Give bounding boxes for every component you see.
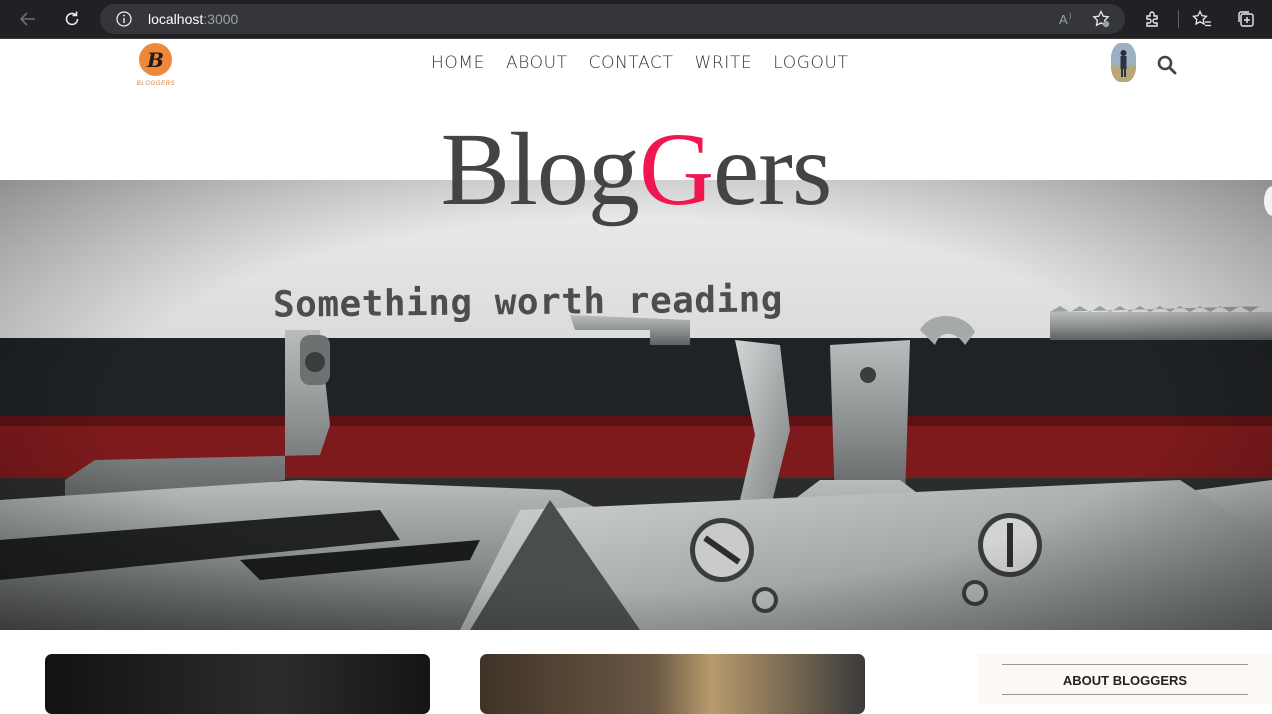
hero-title: BlogGers bbox=[0, 118, 1272, 222]
collections-icon[interactable] bbox=[1235, 8, 1257, 30]
nav-home[interactable]: HOME bbox=[431, 53, 485, 73]
hero-title-part-2: ers bbox=[713, 112, 832, 227]
favorites-icon[interactable] bbox=[1191, 8, 1213, 30]
svg-text:A: A bbox=[1059, 12, 1068, 27]
back-arrow-icon[interactable] bbox=[17, 8, 39, 30]
search-icon[interactable] bbox=[1157, 55, 1177, 75]
site-logo[interactable]: B BLOGGERS bbox=[134, 43, 178, 89]
refresh-icon[interactable] bbox=[61, 8, 83, 30]
url-port: :3000 bbox=[203, 11, 239, 27]
sidebar: ABOUT BLOGGERS bbox=[978, 654, 1272, 704]
favorite-star-icon[interactable] bbox=[1092, 9, 1110, 28]
nav-about[interactable]: ABOUT bbox=[506, 53, 568, 73]
hero-title-part-1: Blog bbox=[440, 112, 640, 227]
read-aloud-icon[interactable]: A) bbox=[1058, 10, 1076, 28]
hero-typewriter-image bbox=[0, 180, 1272, 630]
url-host: localhost bbox=[148, 11, 204, 27]
info-icon[interactable] bbox=[116, 11, 132, 27]
browser-toolbar: localhost:3000 A) bbox=[0, 0, 1272, 39]
post-card-image[interactable] bbox=[480, 654, 865, 714]
nav-contact[interactable]: CONTACT bbox=[589, 53, 674, 73]
hero-typed-text: Something worth reading bbox=[272, 279, 784, 326]
hero-title-accent: G bbox=[638, 112, 714, 227]
logo-text: BLOGGERS bbox=[136, 81, 176, 87]
sidebar-title: ABOUT BLOGGERS bbox=[1002, 664, 1248, 695]
main-nav: HOME ABOUT CONTACT WRITE LOGOUT bbox=[431, 53, 848, 73]
toolbar-separator bbox=[1178, 10, 1179, 28]
site-header: B BLOGGERS HOME ABOUT CONTACT WRITE LOGO… bbox=[0, 40, 1272, 96]
logo-badge: B bbox=[139, 43, 172, 76]
nav-logout[interactable]: LOGOUT bbox=[773, 53, 848, 73]
svg-text:): ) bbox=[1069, 13, 1071, 20]
url-text[interactable]: localhost:3000 bbox=[148, 11, 238, 27]
avatar[interactable] bbox=[1111, 43, 1136, 82]
address-bar[interactable]: localhost:3000 A) bbox=[100, 4, 1125, 34]
extensions-icon[interactable] bbox=[1142, 8, 1164, 30]
logo-letter: B bbox=[147, 47, 164, 72]
post-card-image[interactable] bbox=[45, 654, 430, 714]
nav-write[interactable]: WRITE bbox=[694, 53, 752, 73]
